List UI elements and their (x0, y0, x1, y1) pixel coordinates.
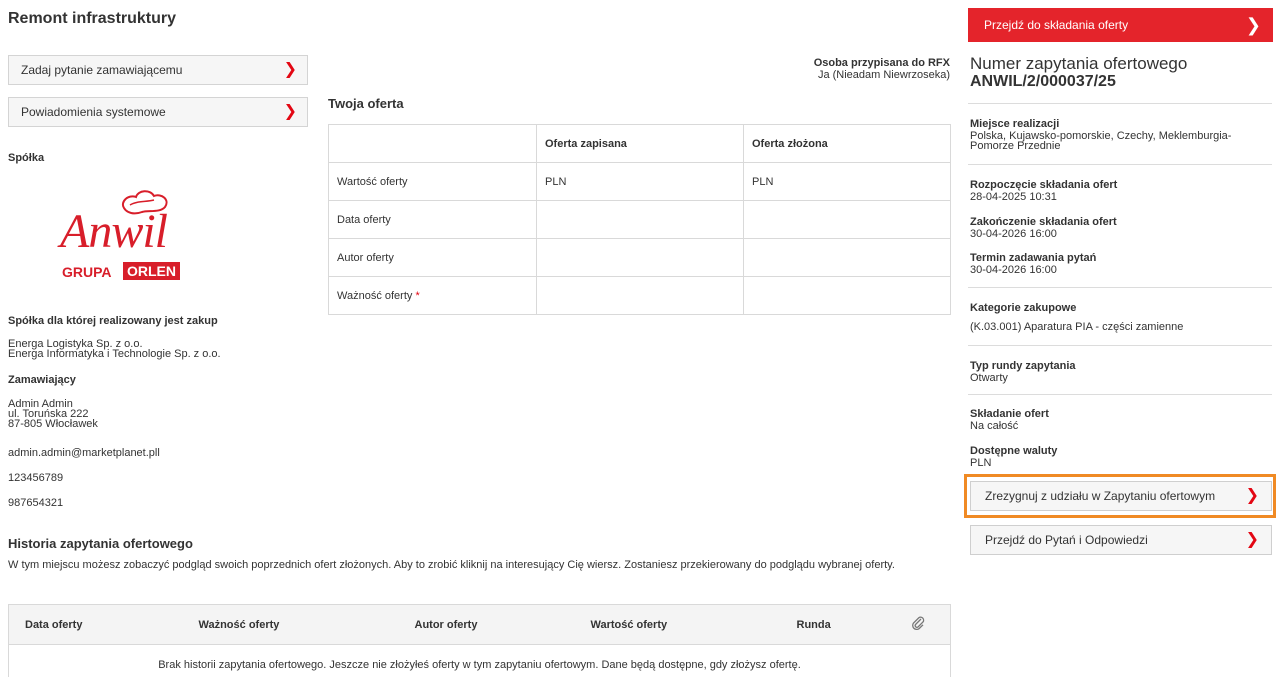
chevron-right-icon: ❯ (283, 103, 297, 120)
qa-label: Przejdź do Pytań i Odpowiedzi (985, 533, 1148, 547)
history-table: Data oferty Ważność oferty Autor oferty … (8, 604, 951, 677)
go-to-submit-offer-button[interactable]: Przejdź do składania oferty ❯ (968, 8, 1273, 42)
email-text: admin.admin@marketplanet.pll (8, 447, 160, 459)
chevron-right-icon: ❯ (1245, 531, 1259, 548)
chevron-right-icon: ❯ (1245, 15, 1261, 35)
saved-value: PLN (536, 162, 744, 201)
logo-word: Anwil (60, 205, 168, 258)
submitted-value (743, 238, 951, 277)
round-type-value: Otwarty (970, 372, 1008, 384)
saved-value (536, 200, 744, 239)
qa-button[interactable]: Przejdź do Pytań i Odpowiedzi ❯ (970, 525, 1272, 555)
resign-label: Zrezygnuj z udziału w Zapytaniu ofertowy… (985, 489, 1216, 503)
start-value: 28-04-2025 10:31 (970, 191, 1057, 203)
notifications-button[interactable]: Powiadomienia systemowe ❯ (8, 97, 308, 127)
questions-deadline-value: 30-04-2026 16:00 (970, 264, 1057, 276)
table-header[interactable]: Data oferty (8, 604, 183, 645)
row-label-cell: Ważność oferty * (328, 276, 537, 315)
categories-label: Kategorie zakupowe (970, 302, 1077, 314)
table-row: Autor oferty (328, 238, 951, 277)
history-title: Historia zapytania ofertowego (8, 536, 193, 551)
submit-offer-label: Przejdź do składania oferty (984, 18, 1129, 32)
table-header[interactable]: Runda (780, 604, 887, 645)
row-label: Autor oferty (328, 238, 537, 277)
rfq-number: ANWIL/2/000037/25 (970, 73, 1116, 90)
required-mark: * (415, 289, 420, 302)
ordering-line: 87-805 Włocławek (8, 418, 98, 430)
divider (968, 103, 1272, 104)
rfx-person-name: Ja (Nieadam Niewrzoseka) (817, 69, 950, 81)
rfx-person-title: Osoba przypisana do RFX (813, 57, 950, 69)
currency-value: PLN (970, 457, 992, 469)
table-row: Data oferty (328, 200, 951, 239)
chevron-right-icon: ❯ (1245, 487, 1259, 504)
phone-text: 123456789 (8, 472, 64, 484)
offer-table: Oferta zapisana Oferta złożona Wartość o… (328, 124, 951, 315)
location-value: Pomorze Przednie (970, 140, 1061, 152)
row-label: Data oferty (328, 200, 537, 239)
divider (968, 287, 1272, 288)
table-header[interactable]: Ważność oferty (182, 604, 399, 645)
history-description: W tym miejscu możesz zobaczyć podgląd sw… (8, 559, 895, 571)
attachment-header (886, 604, 951, 645)
table-row: Wartość oferty PLN PLN (328, 162, 951, 201)
end-value: 30-04-2026 16:00 (970, 228, 1057, 240)
row-label: Ważność oferty (337, 289, 413, 302)
logo-orlen: ORLEN (123, 262, 180, 280)
categories-value: (K.03.001) Aparatura PIA - części zamien… (970, 321, 1184, 333)
company-label: Spółka (8, 152, 45, 164)
round-type-label: Typ rundy zapytania (970, 360, 1076, 372)
ordering-label: Zamawiający (8, 374, 76, 386)
for-company-line: Energa Informatyka i Technologie Sp. z o… (8, 348, 221, 360)
phone-text: 987654321 (8, 497, 64, 509)
rfx-person: Osoba przypisana do RFX Ja (Nieadam Niew… (814, 57, 950, 81)
divider (968, 394, 1272, 395)
for-company-label: Spółka dla której realizowany jest zakup (8, 315, 218, 327)
submission-label: Składanie ofert (970, 408, 1049, 420)
table-header (328, 124, 537, 163)
saved-value (536, 276, 744, 315)
table-row: Ważność oferty * (328, 276, 951, 315)
table-header-row: Oferta zapisana Oferta złożona (328, 124, 951, 163)
anwil-orlen-logo: Anwil GRUPA ORLEN (58, 188, 188, 288)
submission-value: Na całość (970, 420, 1019, 432)
logo-grupa: GRUPA (62, 264, 112, 280)
page-title: Remont infrastruktury (8, 10, 177, 27)
rfq-number-title: Numer zapytania ofertowego (970, 54, 1188, 73)
location-label: Miejsce realizacji (970, 118, 1060, 130)
offer-title: Twoja oferta (328, 96, 404, 111)
table-header[interactable]: Wartość oferty (574, 604, 781, 645)
row-label: Wartość oferty (328, 162, 537, 201)
notifications-label: Powiadomienia systemowe (21, 105, 166, 119)
ask-question-button[interactable]: Zadaj pytanie zamawiającemu ❯ (8, 55, 308, 85)
table-header: Oferta zapisana (536, 124, 744, 163)
currency-label: Dostępne waluty (970, 445, 1058, 457)
saved-value (536, 238, 744, 277)
paperclip-icon (912, 616, 925, 630)
table-row: Brak historii zapytania ofertowego. Jesz… (8, 644, 951, 677)
submitted-value (743, 200, 951, 239)
divider (968, 345, 1272, 346)
divider (968, 164, 1272, 165)
submitted-value (743, 276, 951, 315)
resign-button[interactable]: Zrezygnuj z udziału w Zapytaniu ofertowy… (970, 481, 1272, 511)
start-label: Rozpoczęcie składania ofert (970, 179, 1118, 191)
ask-question-label: Zadaj pytanie zamawiającemu (21, 63, 183, 77)
chevron-right-icon: ❯ (283, 61, 297, 78)
table-header[interactable]: Autor oferty (398, 604, 575, 645)
questions-deadline-label: Termin zadawania pytań (970, 252, 1097, 264)
history-empty-message: Brak historii zapytania ofertowego. Jesz… (8, 644, 951, 677)
submitted-value: PLN (743, 162, 951, 201)
end-label: Zakończenie składania ofert (970, 216, 1117, 228)
table-header-row: Data oferty Ważność oferty Autor oferty … (8, 604, 951, 645)
table-header: Oferta złożona (743, 124, 951, 163)
